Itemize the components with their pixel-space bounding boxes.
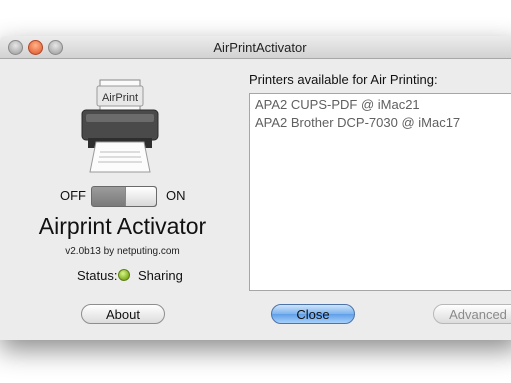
list-item[interactable]: APA2 Brother DCP-7030 @ iMac17 bbox=[250, 114, 511, 132]
printer-label: AirPrint bbox=[102, 92, 138, 104]
close-button[interactable]: Close bbox=[271, 304, 355, 324]
toggle-knob[interactable] bbox=[125, 187, 156, 206]
window-title: AirPrintActivator bbox=[213, 40, 307, 55]
printer-icon: AirPrint bbox=[81, 79, 159, 173]
version-text: v2.0b13 by netputing.com bbox=[65, 246, 180, 257]
toggle-on-label: ON bbox=[166, 188, 186, 203]
app-name: Airprint Activator bbox=[38, 213, 207, 239]
about-button[interactable]: About bbox=[81, 304, 165, 324]
app-window: AirPrintActivator AirPrint OFF ON Airpri… bbox=[0, 36, 511, 340]
list-item[interactable]: APA2 CUPS-PDF @ iMac21 bbox=[250, 96, 511, 114]
printers-list-label: Printers available for Air Printing: bbox=[249, 72, 438, 87]
status-indicator-icon bbox=[118, 269, 130, 281]
toggle-off-label: OFF bbox=[60, 188, 86, 203]
printers-list[interactable]: APA2 CUPS-PDF @ iMac21 APA2 Brother DCP-… bbox=[249, 93, 511, 291]
title-bar[interactable]: AirPrintActivator bbox=[0, 36, 511, 59]
status-label: Status: bbox=[77, 268, 118, 283]
advanced-button[interactable]: Advanced bbox=[433, 304, 511, 324]
status-value: Sharing bbox=[138, 268, 183, 283]
sharing-toggle[interactable] bbox=[91, 186, 157, 207]
